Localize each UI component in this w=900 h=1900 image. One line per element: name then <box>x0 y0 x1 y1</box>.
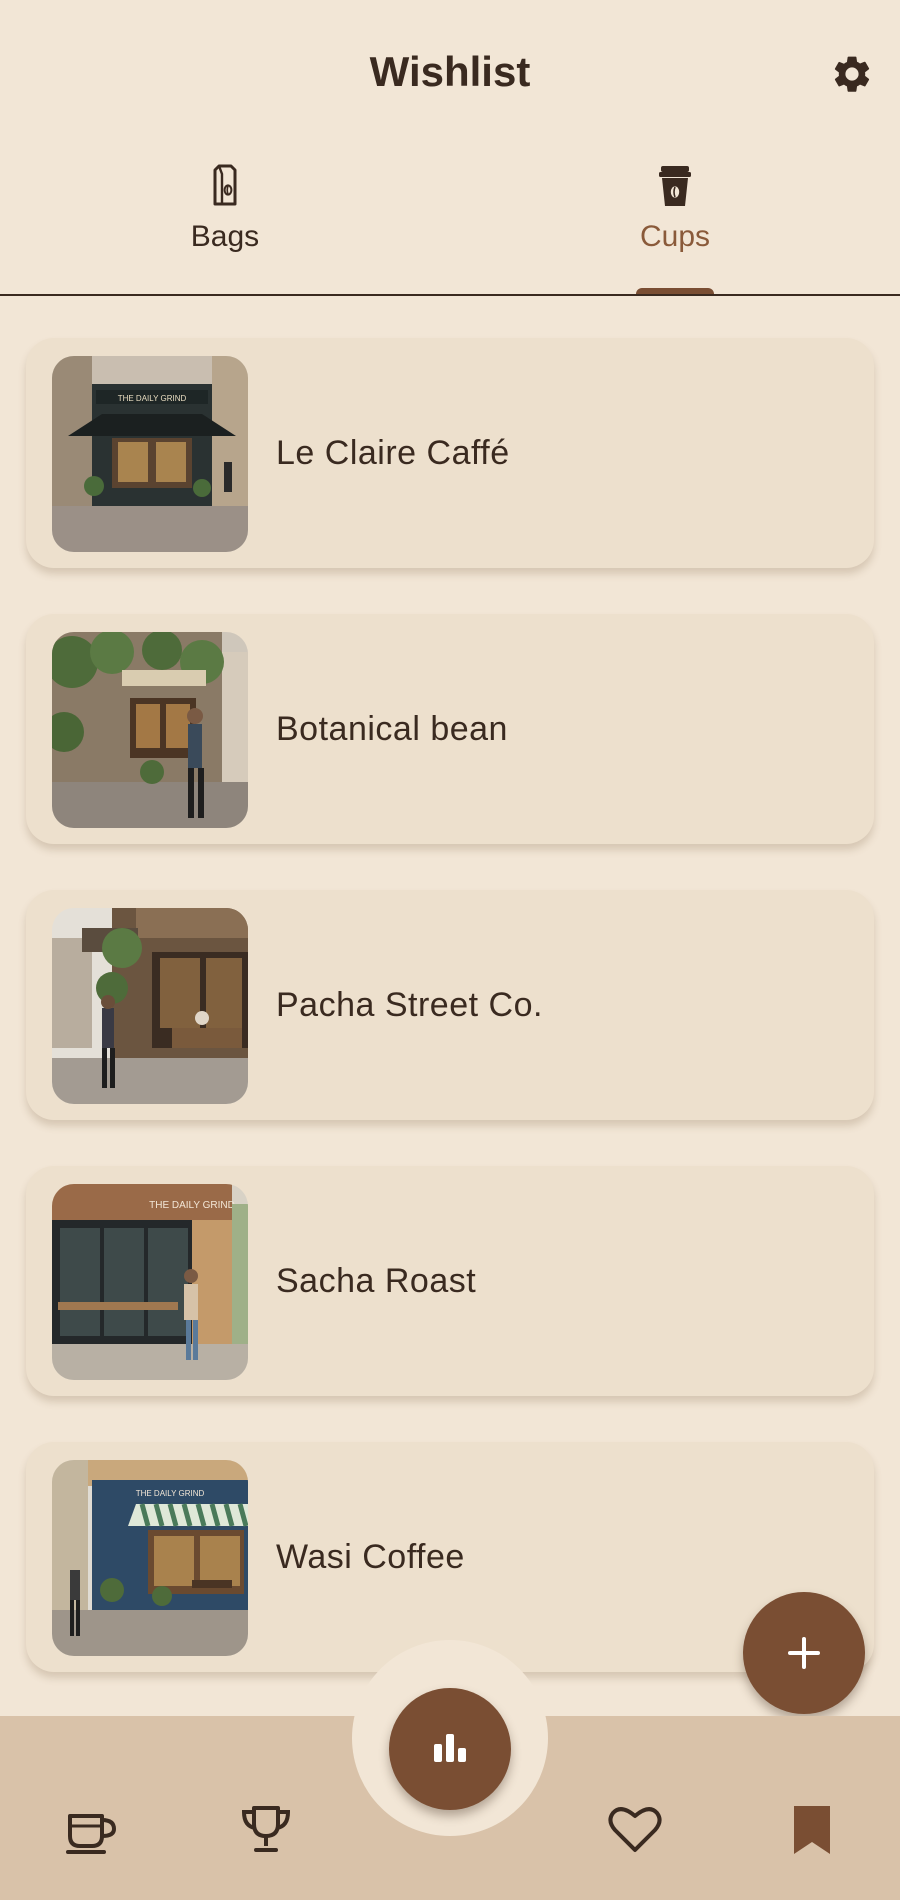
tab-bar: Bags Cups <box>0 150 900 296</box>
trophy-icon[interactable] <box>238 1802 294 1858</box>
cafe-photo: THE DAILY GRIND <box>52 356 248 552</box>
cafe-name: Wasi Coffee <box>276 1538 465 1576</box>
list-item[interactable]: Botanical bean <box>26 614 874 844</box>
bar-chart-icon <box>434 1734 466 1762</box>
coffee-mug-icon[interactable] <box>62 1802 118 1858</box>
coffee-cup-icon <box>659 166 691 206</box>
bookmark-icon[interactable] <box>784 1802 840 1858</box>
plus-icon <box>788 1637 820 1669</box>
cafe-name: Le Claire Caffé <box>276 434 510 472</box>
add-button[interactable] <box>743 1592 865 1714</box>
page-title: Wishlist <box>369 48 531 95</box>
tab-bags-label: Bags <box>190 220 260 253</box>
list-item[interactable]: Pacha Street Co. <box>26 890 874 1120</box>
cafe-photo <box>52 632 248 828</box>
tab-bags[interactable]: Bags <box>125 164 325 294</box>
cafe-sign-text: THE DAILY GRIND <box>136 1489 205 1498</box>
tab-cups-label: Cups <box>639 220 711 253</box>
tab-cups[interactable]: Cups <box>575 164 775 294</box>
heart-icon[interactable] <box>607 1802 663 1858</box>
gear-icon[interactable] <box>830 52 874 96</box>
list-item[interactable]: THE DAILY GRIND Sacha Roast <box>26 1166 874 1396</box>
list-item[interactable]: THE DAILY GRIND Le Claire Caffé <box>26 338 874 568</box>
cafe-name: Sacha Roast <box>276 1262 477 1300</box>
cafe-sign-text: THE DAILY GRIND <box>149 1200 235 1211</box>
cafe-photo: THE DAILY GRIND <box>52 1460 248 1656</box>
cafe-photo <box>52 908 248 1104</box>
app-header: Wishlist <box>0 0 900 150</box>
cafe-name: Botanical bean <box>276 710 508 748</box>
coffee-bag-icon <box>213 164 237 206</box>
cafe-sign-text: THE DAILY GRIND <box>118 394 187 403</box>
cafe-name: Pacha Street Co. <box>276 986 543 1024</box>
cafe-photo: THE DAILY GRIND <box>52 1184 248 1380</box>
active-tab-indicator <box>636 288 714 294</box>
stats-button[interactable] <box>389 1688 511 1810</box>
cafe-list[interactable]: THE DAILY GRIND Le Claire Caffé Botanica… <box>0 298 900 1718</box>
